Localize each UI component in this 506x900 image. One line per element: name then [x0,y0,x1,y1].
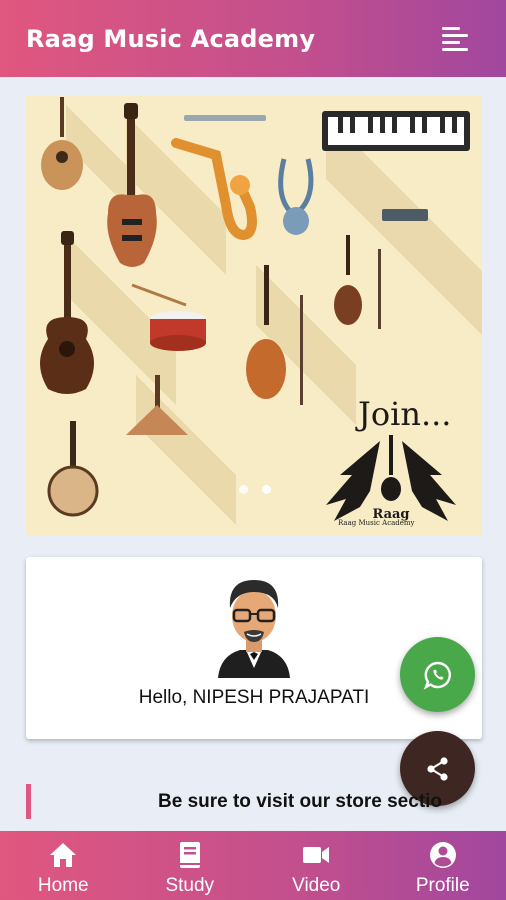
avatar [218,580,290,678]
store-message: Be sure to visit our store sectio [158,791,443,812]
account-circle-icon [429,842,456,868]
whatsapp-icon [423,661,451,690]
balalaika-icon [126,375,188,435]
carousel-dot[interactable] [239,485,248,494]
logo-caption: Raag Music Academy [338,519,415,527]
home-icon [50,843,77,867]
banjo-icon [47,421,99,517]
nav-label-study: Study [165,875,215,896]
nav-label-video: Video [292,875,341,896]
lyre-icon [278,158,314,235]
store-accent-bar [26,784,31,819]
nav-item-home[interactable]: Home [0,831,127,900]
join-text: Join... [358,395,452,433]
raag-logo: Raag [326,435,456,522]
book-icon [179,842,200,868]
nav-item-video[interactable]: Video [253,831,380,900]
keyboard-icon [322,111,470,151]
carousel-dot-active[interactable] [262,485,271,494]
carousel-dots [239,485,271,494]
nav-label-profile: Profile [415,875,470,896]
whatsapp-button[interactable] [400,637,475,712]
video-camera-icon [303,847,330,863]
bottom-nav: Home Study Video Profile [0,831,506,900]
nav-item-profile[interactable]: Profile [380,831,506,900]
app-title: Raag Music Academy [26,24,316,53]
instruments-illustration: Raag [40,97,482,525]
app-bar: Raag Music Academy [0,0,506,77]
violin-small-icon [334,235,381,329]
share-icon [426,756,448,781]
nav-item-study[interactable]: Study [127,831,254,900]
nav-label-home: Home [37,875,89,896]
banner-carousel[interactable]: Raag Join... Raag Music Academy [26,95,482,535]
menu-icon[interactable] [442,27,468,51]
